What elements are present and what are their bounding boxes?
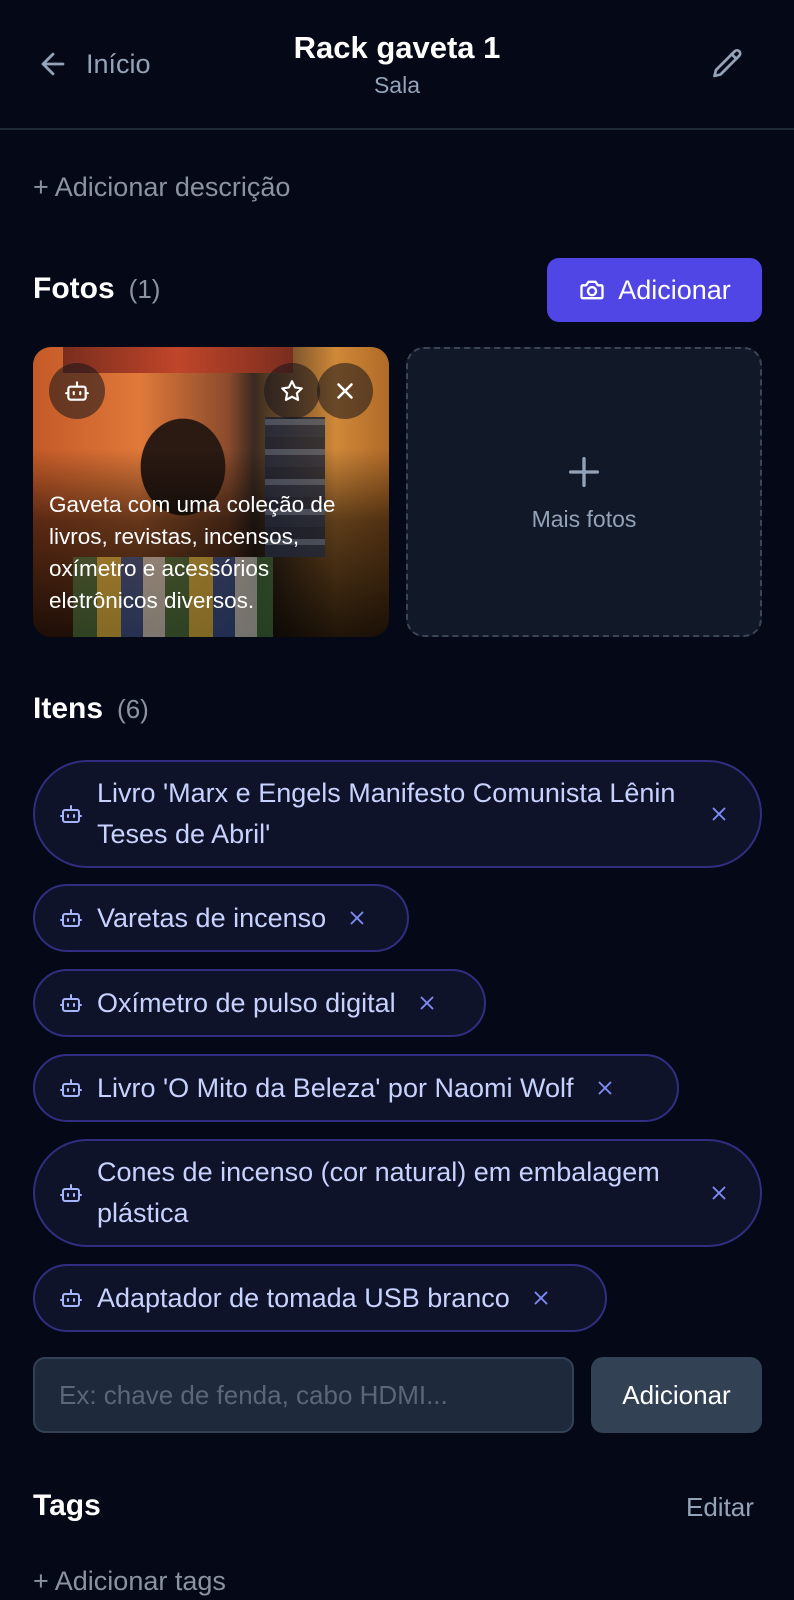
item-chip[interactable]: Cones de incenso (cor natural) em embala… (33, 1139, 762, 1247)
ai-analyze-button[interactable] (49, 363, 105, 419)
close-icon[interactable] (416, 992, 438, 1014)
add-photo-button[interactable]: Adicionar (547, 258, 762, 322)
close-icon[interactable] (346, 907, 368, 929)
tags-title: Tags (33, 1489, 101, 1522)
plus-icon (569, 456, 599, 487)
add-photo-label: Adicionar (618, 274, 731, 305)
items-section-title: Itens (6) (33, 692, 149, 726)
item-chip[interactable]: Adaptador de tomada USB branco (33, 1264, 607, 1332)
page-title: Rack gaveta 1 (293, 30, 501, 65)
photos-title: Fotos (33, 272, 115, 305)
robot-icon (60, 1079, 82, 1097)
close-icon[interactable] (708, 1182, 730, 1204)
item-label: Adaptador de tomada USB branco (97, 1282, 510, 1313)
photos-count: (1) (128, 274, 161, 304)
photo-image-detail (63, 347, 293, 373)
more-photos-label: Mais fotos (531, 505, 637, 532)
robot-icon (65, 381, 89, 401)
items-count: (6) (117, 694, 149, 724)
item-chip[interactable]: Livro 'Marx e Engels Manifesto Comunista… (33, 760, 762, 868)
robot-icon (60, 805, 82, 823)
title-group: Rack gaveta 1 Sala (0, 30, 794, 99)
close-icon[interactable] (530, 1287, 552, 1309)
item-label: Oxímetro de pulso digital (97, 987, 396, 1018)
top-bar: Início Rack gaveta 1 Sala (0, 0, 794, 130)
items-title: Itens (33, 692, 104, 725)
edit-tags-link[interactable]: Editar (686, 1492, 754, 1523)
photo-thumbnail[interactable]: Gaveta com uma coleção de livros, revist… (33, 347, 389, 637)
remove-photo-button[interactable] (317, 363, 373, 419)
item-chip[interactable]: Oxímetro de pulso digital (33, 969, 486, 1037)
favorite-photo-button[interactable] (264, 363, 320, 419)
new-item-input[interactable] (33, 1357, 574, 1433)
camera-icon (580, 280, 604, 300)
add-description-link[interactable]: + Adicionar descrição (33, 172, 290, 203)
add-more-photos-tile[interactable]: Mais fotos (406, 347, 762, 637)
add-item-button[interactable]: Adicionar (591, 1357, 762, 1433)
close-icon[interactable] (708, 803, 730, 825)
item-label: Cones de incenso (cor natural) em embala… (97, 1157, 660, 1228)
item-chip[interactable]: Varetas de incenso (33, 884, 409, 952)
robot-icon (60, 994, 82, 1012)
star-icon (281, 380, 303, 401)
close-icon[interactable] (594, 1077, 616, 1099)
tags-section-title: Tags (33, 1489, 101, 1523)
photo-caption: Gaveta com uma coleção de livros, revist… (49, 492, 336, 613)
close-icon (337, 383, 353, 399)
item-label: Varetas de incenso (97, 902, 327, 933)
robot-icon (60, 1184, 82, 1202)
item-label: Livro 'O Mito da Beleza' por Naomi Wolf (97, 1072, 574, 1103)
page-subtitle: Sala (373, 72, 421, 98)
robot-icon (60, 909, 82, 927)
item-label: Livro 'Marx e Engels Manifesto Comunista… (97, 778, 676, 849)
robot-icon (60, 1289, 82, 1307)
pencil-icon[interactable] (710, 46, 746, 82)
item-chip[interactable]: Livro 'O Mito da Beleza' por Naomi Wolf (33, 1054, 679, 1122)
add-tags-link[interactable]: + Adicionar tags (33, 1566, 226, 1597)
photos-section-title: Fotos (1) (33, 272, 160, 306)
